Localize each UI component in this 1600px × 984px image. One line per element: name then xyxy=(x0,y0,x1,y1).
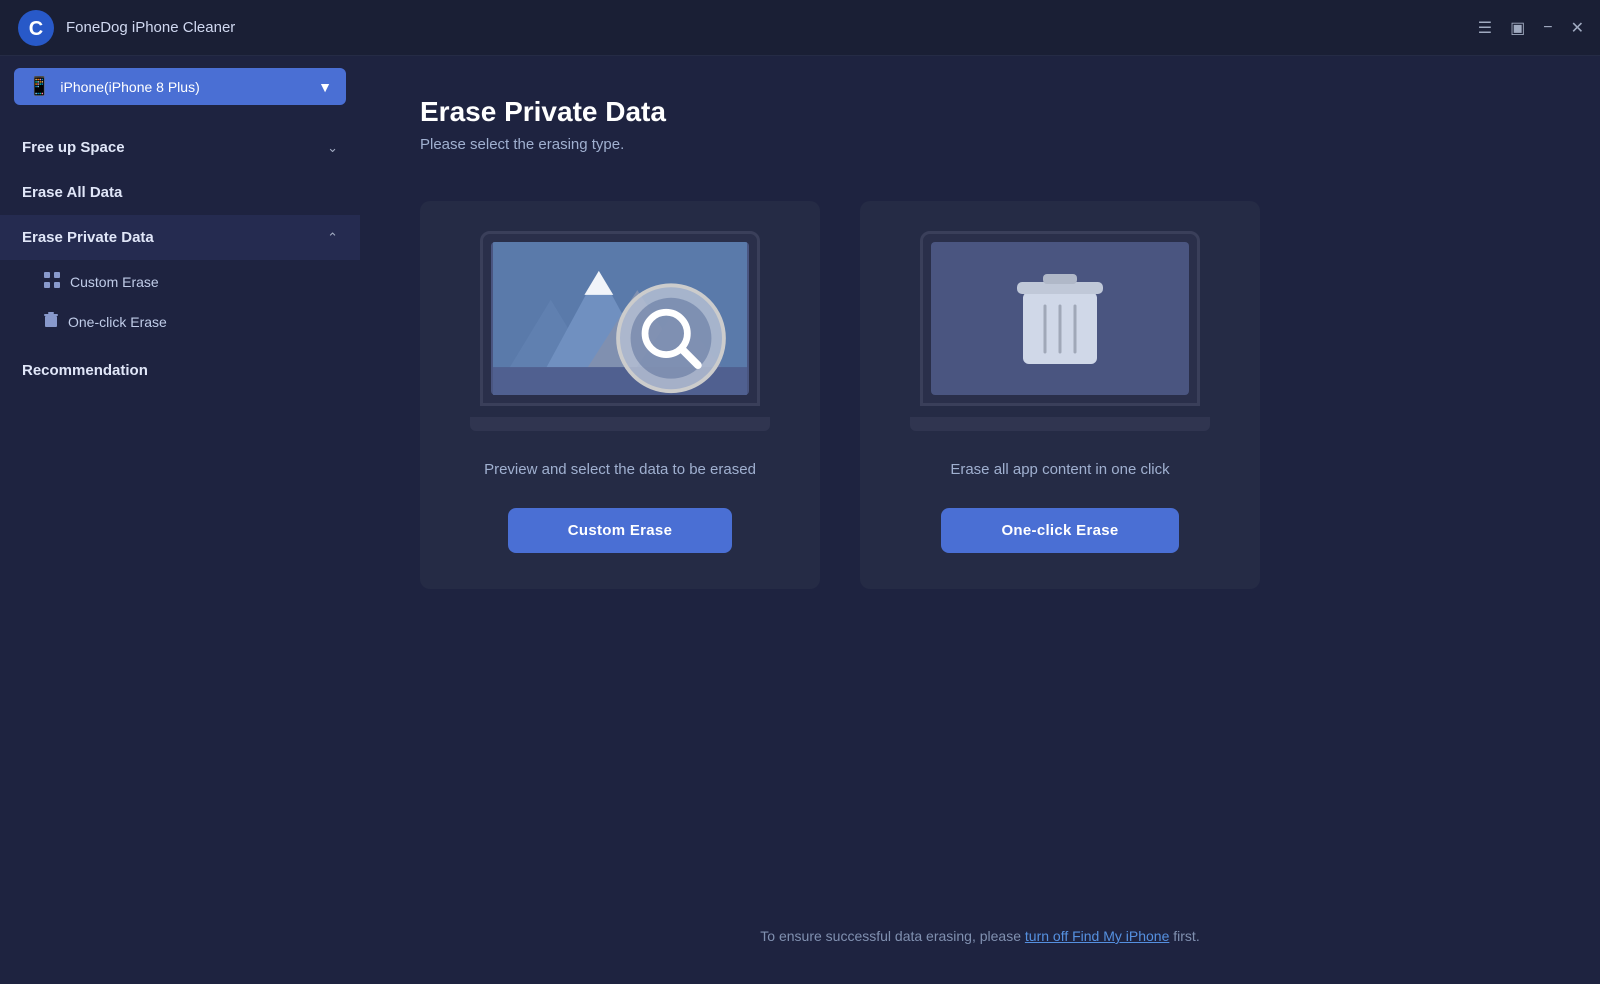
sidebar-item-label: Recommendation xyxy=(22,362,148,379)
one-click-erase-description: Erase all app content in one click xyxy=(950,459,1169,482)
menu-icon[interactable]: ☰ xyxy=(1478,18,1492,38)
page-subtitle: Please select the erasing type. xyxy=(420,136,1540,153)
trash-can-icon xyxy=(1015,264,1105,374)
sidebar-item-label: Erase All Data xyxy=(22,184,122,201)
one-click-erase-button[interactable]: One-click Erase xyxy=(941,508,1178,553)
sidebar-item-free-up-space[interactable]: Free up Space ⌄ xyxy=(0,125,360,170)
sidebar-menu: Free up Space ⌄ Erase All Data Erase Pri… xyxy=(0,117,360,964)
sidebar-item-label: One-click Erase xyxy=(68,314,167,330)
device-name: iPhone(iPhone 8 Plus) xyxy=(60,79,318,95)
custom-erase-description: Preview and select the data to be erased xyxy=(484,459,756,482)
custom-erase-card: Preview and select the data to be erased… xyxy=(420,201,820,589)
svg-text:C: C xyxy=(29,18,43,40)
main-content: Erase Private Data Please select the era… xyxy=(360,56,1600,984)
close-icon[interactable]: ✕ xyxy=(1571,18,1584,38)
footer-text-before: To ensure successful data erasing, pleas… xyxy=(760,928,1025,944)
sidebar: 📱 iPhone(iPhone 8 Plus) ▼ Free up Space … xyxy=(0,56,360,984)
sidebar-item-erase-private-data[interactable]: Erase Private Data ⌃ xyxy=(0,215,360,260)
sidebar-item-label: Custom Erase xyxy=(70,274,159,290)
footer-notice: To ensure successful data erasing, pleas… xyxy=(420,908,1540,944)
main-layout: 📱 iPhone(iPhone 8 Plus) ▼ Free up Space … xyxy=(0,56,1600,984)
custom-erase-button[interactable]: Custom Erase xyxy=(508,508,732,553)
one-click-erase-illustration xyxy=(910,231,1210,431)
app-title: FoneDog iPhone Cleaner xyxy=(66,19,235,36)
trash-icon xyxy=(44,312,58,332)
titlebar: C FoneDog iPhone Cleaner ☰ ▣ − ✕ xyxy=(0,0,1600,56)
mountain-scene xyxy=(491,242,749,395)
app-logo: C xyxy=(16,8,56,48)
phone-icon: 📱 xyxy=(28,76,50,97)
chevron-up-icon: ⌃ xyxy=(327,230,338,246)
erase-private-data-submenu: Custom Erase One-click Erase xyxy=(0,260,360,348)
sidebar-item-label: Erase Private Data xyxy=(22,229,154,246)
footer-text-after: first. xyxy=(1169,928,1199,944)
sidebar-item-erase-all-data[interactable]: Erase All Data xyxy=(0,170,360,215)
sidebar-item-recommendation[interactable]: Recommendation xyxy=(0,348,360,393)
sidebar-item-custom-erase[interactable]: Custom Erase xyxy=(0,262,360,302)
sidebar-item-one-click-erase[interactable]: One-click Erase xyxy=(0,302,360,342)
find-my-iphone-link[interactable]: turn off Find My iPhone xyxy=(1025,928,1169,944)
device-selector[interactable]: 📱 iPhone(iPhone 8 Plus) ▼ xyxy=(14,68,346,105)
grid-icon xyxy=(44,272,60,292)
minimize-icon[interactable]: − xyxy=(1543,19,1552,37)
window-controls: ☰ ▣ − ✕ xyxy=(1478,0,1584,56)
chevron-down-icon: ⌄ xyxy=(327,140,338,156)
one-click-erase-card: Erase all app content in one click One-c… xyxy=(860,201,1260,589)
chevron-down-icon: ▼ xyxy=(318,79,332,95)
page-title: Erase Private Data xyxy=(420,96,1540,128)
sidebar-item-label: Free up Space xyxy=(22,139,125,156)
erase-options: Preview and select the data to be erased… xyxy=(420,201,1540,589)
custom-erase-illustration xyxy=(470,231,770,431)
chat-icon[interactable]: ▣ xyxy=(1510,18,1525,38)
